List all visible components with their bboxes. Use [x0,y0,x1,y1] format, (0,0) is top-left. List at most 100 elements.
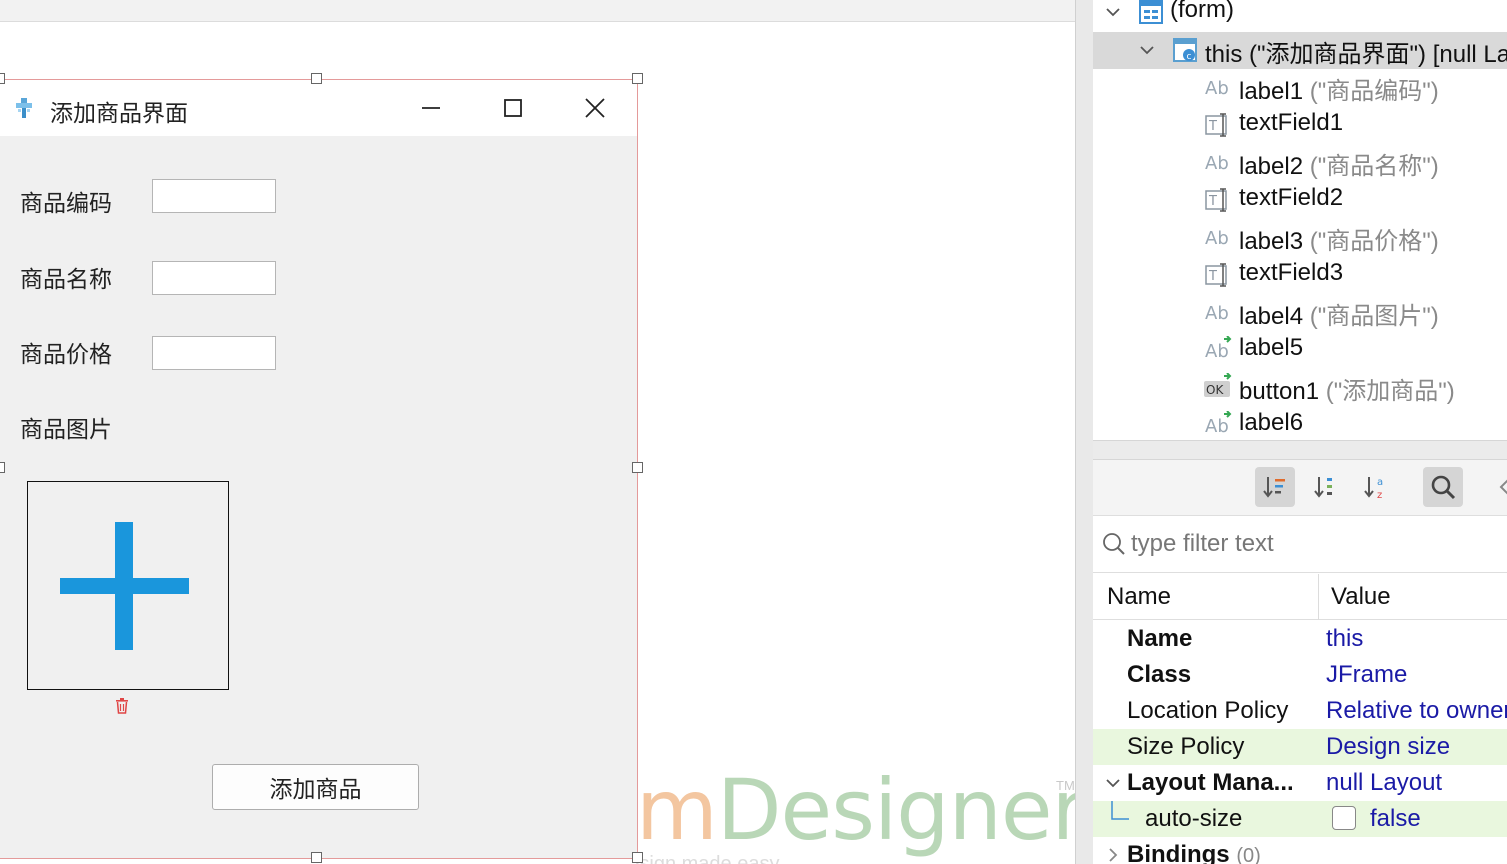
jformdesigner-watermark: mDesigner TM Swing GUI design made easy [636,760,1076,864]
column-header-name[interactable]: Name [1107,583,1171,611]
resize-handle-right[interactable] [632,462,643,473]
chevron-down-icon[interactable] [1137,40,1157,60]
column-divider[interactable] [1318,574,1319,620]
image-upload-box[interactable] [27,481,229,690]
property-value[interactable]: JFrame [1326,661,1407,689]
svg-text:Ab: Ab [1205,416,1229,437]
chevron-left-icon [1499,479,1507,495]
tree-item-label: label2 ("商品名称") [1239,146,1439,181]
product-code-field[interactable] [152,179,276,213]
component-tree[interactable]: (form) c this ("添加商品界面") [null Layout] A… [1093,0,1507,440]
property-row-auto-size[interactable]: auto-size false [1093,801,1507,837]
label-icon: Ab [1205,153,1229,174]
tree-item-this[interactable]: c this ("添加商品界面") [null Layout] [1093,32,1507,69]
tree-item-textfield1[interactable]: TtextField1 [1093,107,1507,144]
property-row-name[interactable]: Name this [1093,621,1507,657]
sort-default-icon [1314,477,1332,498]
canvas-divider[interactable] [1075,0,1093,864]
tree-item-label6[interactable]: Ab label6 [1093,407,1507,441]
resize-handle-left[interactable] [0,462,5,473]
chevron-right-icon[interactable] [1103,845,1123,864]
property-row-location-policy[interactable]: Location Policy Relative to owner [1093,693,1507,729]
component-text: ("商品价格") [1309,228,1439,255]
property-value[interactable]: this [1326,625,1363,653]
collapse-button[interactable] [1485,467,1507,507]
property-name: Class [1127,661,1192,688]
label-product-image: 商品图片 [20,416,112,442]
chevron-down-icon[interactable] [1103,773,1123,793]
tree-item-label: label4 ("商品图片") [1239,296,1439,331]
tree-item-label2[interactable]: Ab label2 ("商品名称") [1093,144,1507,181]
component-text: ("商品图片") [1309,303,1439,330]
property-row-class[interactable]: Class JFrame [1093,657,1507,693]
tree-item-label1[interactable]: Ab label1 ("商品编码") [1093,69,1507,106]
bindings-label: Bindings [1127,841,1230,864]
search-toggle-button[interactable] [1423,467,1463,507]
tree-item-button1[interactable]: OK button1 ("添加商品") [1093,369,1507,406]
java-app-icon [16,98,32,118]
product-name-field[interactable] [152,261,276,295]
sort-categorized-button[interactable] [1255,467,1295,507]
maximize-button[interactable] [493,92,533,124]
svg-text:OK: OK [1206,383,1224,397]
tree-item-label: label5 [1239,334,1303,362]
tree-item-label: label1 ("商品编码") [1239,71,1439,106]
property-value[interactable]: Relative to owner [1326,697,1507,725]
component-name: label6 [1239,408,1304,436]
property-value[interactable]: Design size [1326,733,1450,761]
column-header-value[interactable]: Value [1331,583,1391,611]
minimize-button[interactable] [411,92,451,124]
properties-header: Name Value [1093,574,1507,620]
tree-item-textfield3[interactable]: TtextField3 [1093,257,1507,294]
sort-alphabetical-button[interactable]: a z [1356,467,1396,507]
resize-handle-top-left[interactable] [0,73,5,84]
component-name: button1 [1239,378,1320,405]
watermark-tm: TM [1056,778,1075,793]
form-icon [1139,0,1163,24]
frame-title-bar[interactable]: 添加商品界面 [0,80,637,136]
tree-item-label3[interactable]: Ab label3 ("商品价格") [1093,219,1507,256]
tree-item-label4[interactable]: Ab label4 ("商品图片") [1093,294,1507,331]
close-button[interactable] [575,92,615,124]
tree-item-form[interactable]: (form) [1093,0,1507,31]
component-name: label4 [1239,303,1304,330]
tree-item-label: textField1 [1239,109,1343,137]
auto-size-checkbox[interactable] [1332,806,1356,830]
sort-default-button[interactable] [1305,467,1345,507]
property-filter [1093,517,1507,573]
svg-text:Ab: Ab [1205,341,1229,362]
property-row-bindings[interactable]: Bindings (0) [1093,837,1507,864]
resize-handle-top-right[interactable] [632,73,643,84]
watermark-subtitle: Swing GUI design made easy [636,853,780,864]
chevron-down-icon[interactable] [1103,2,1123,22]
property-row-layout-manager[interactable]: Layout Mana... null Layout [1093,765,1507,801]
trash-icon[interactable] [113,697,131,715]
property-value[interactable]: null Layout [1326,769,1442,797]
textfield-icon: T [1205,187,1227,212]
tree-item-label5[interactable]: Ab label5 [1093,332,1507,369]
tree-item-label: textField3 [1239,259,1343,287]
filter-text-input[interactable] [1131,527,1491,561]
search-icon [1103,533,1125,555]
design-canvas[interactable]: mDesigner TM Swing GUI design made easy … [0,0,1076,864]
property-row-size-policy[interactable]: Size Policy Design size [1093,729,1507,765]
panel-splitter[interactable] [1093,440,1507,460]
add-product-button[interactable]: 添加商品 [212,764,419,810]
svg-text:Ab: Ab [1205,78,1229,99]
product-price-field[interactable] [152,336,276,370]
resize-handle-bottom-right[interactable] [632,852,643,863]
property-name: Location Policy [1127,697,1289,724]
resize-handle-bottom[interactable] [311,852,322,863]
resize-handle-top[interactable] [311,73,322,84]
svg-text:Ab: Ab [1205,153,1229,174]
designed-frame[interactable]: 添加商品界面 商品编码 商品名称 商品价格 商品图片 添加商品 [0,79,638,859]
watermark-m: m [636,761,718,859]
property-value[interactable]: false [1370,805,1421,833]
tree-label-form: (form) [1170,0,1234,23]
minimize-icon [422,107,440,109]
component-name: textField2 [1239,183,1344,211]
textfield-icon: T [1205,262,1227,287]
properties-toolbar: a z [1093,460,1507,516]
label-action-icon: Ab [1205,335,1232,362]
tree-item-textfield2[interactable]: TtextField2 [1093,182,1507,219]
